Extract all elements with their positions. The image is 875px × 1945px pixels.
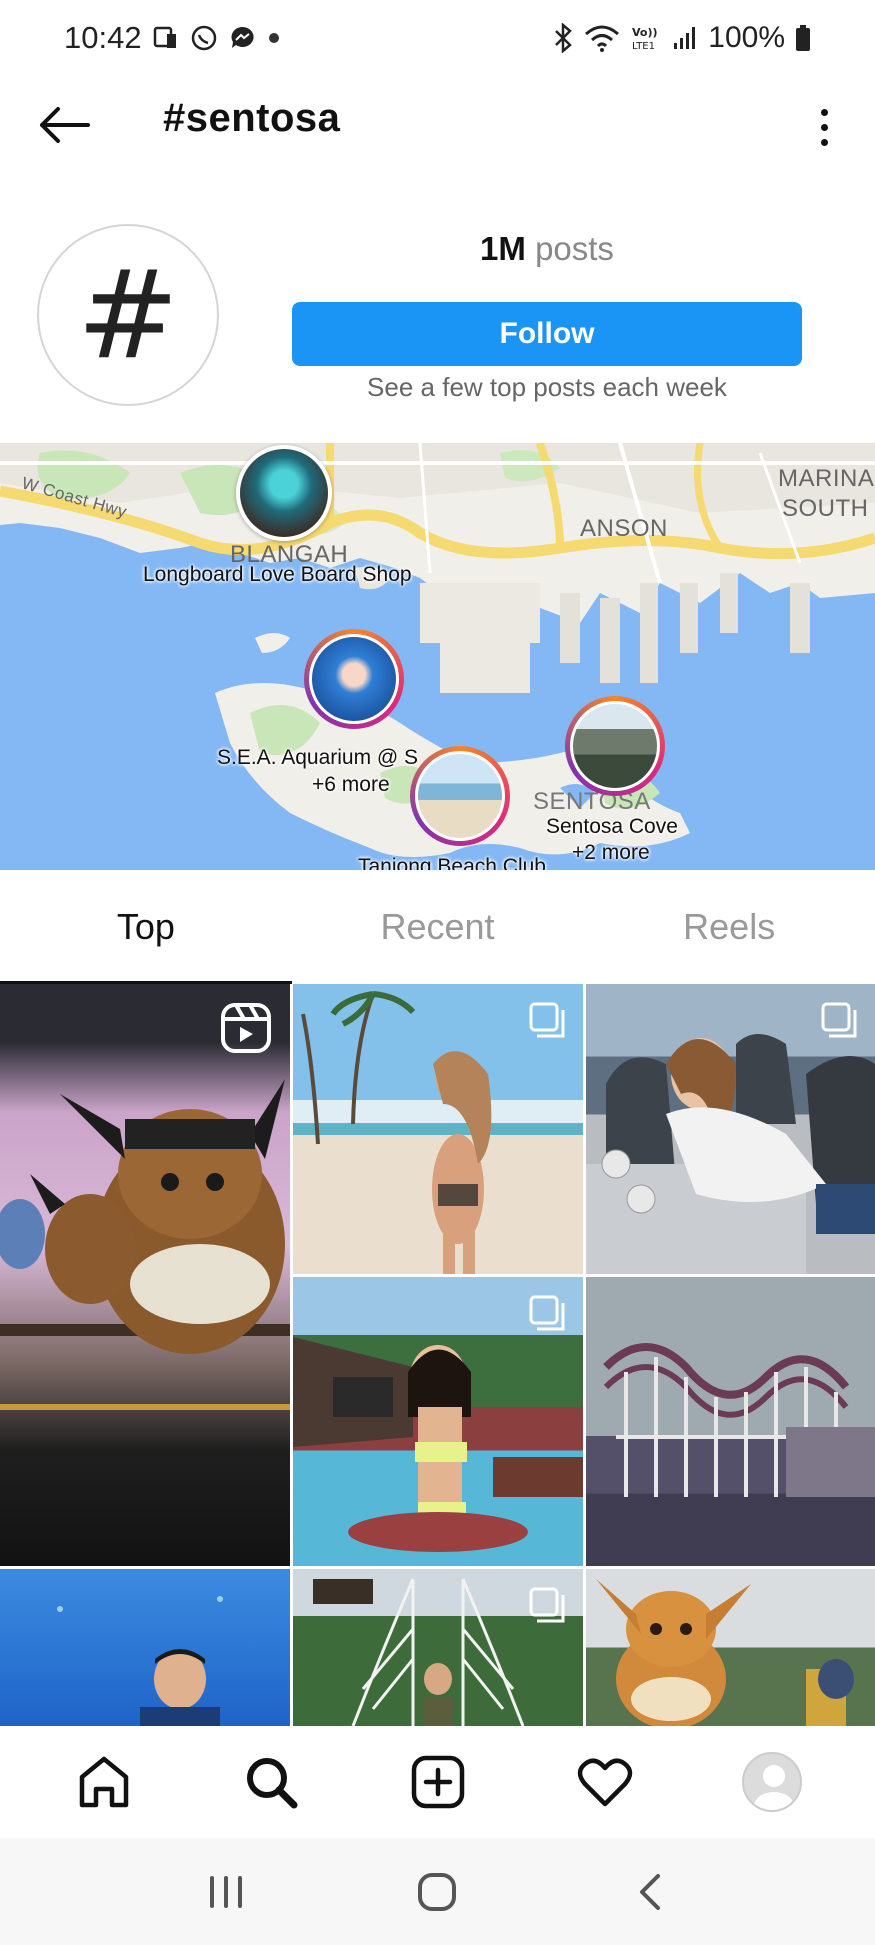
bottom-navigation (0, 1726, 875, 1838)
nav-profile-button[interactable] (732, 1742, 812, 1822)
aquarium-image (57, 1596, 223, 1726)
grid-tile-eevee-statue[interactable] (586, 1569, 875, 1726)
nav-home-button[interactable] (64, 1742, 144, 1822)
grid-tile-rollercoaster[interactable] (586, 1277, 875, 1566)
carousel-icon (529, 1587, 565, 1628)
follow-subtitle: See a few top posts each week (367, 372, 727, 402)
vertical-dots-icon (820, 108, 828, 116)
status-right: Vo)) LTE1 100% (552, 21, 811, 55)
nav-search-button[interactable] (231, 1742, 311, 1822)
eevee-statue-image (596, 1579, 854, 1726)
more-options-button[interactable] (799, 100, 849, 154)
system-navigation (0, 1838, 875, 1945)
map-pin-extra-sentosa-cove: +2 more (572, 841, 650, 864)
map-pin-tanjong-beach[interactable] (410, 746, 510, 846)
grid-tile-reel[interactable] (0, 984, 290, 1566)
map-pin-label-longboard: Longboard Love Board Shop (143, 563, 412, 586)
tab-top[interactable]: Top (0, 870, 292, 984)
grid-tile-rope-bridge[interactable] (293, 1569, 583, 1726)
home-button-icon (418, 1872, 457, 1911)
grid-tile-aquarium[interactable] (0, 1569, 290, 1726)
grid-tile-beach[interactable] (293, 984, 583, 1274)
follow-button[interactable]: Follow (292, 302, 802, 366)
map-pin-extra-sea-aquarium: +6 more (312, 773, 390, 796)
map-pin-longboard[interactable] (236, 445, 332, 541)
carousel-icon (529, 1295, 565, 1336)
battery-percent: 100% (708, 21, 785, 54)
rollercoaster-image (603, 1343, 875, 1497)
map-label-anson: ANSON (580, 515, 668, 542)
reel-icon (220, 1002, 272, 1059)
wifi-icon (584, 24, 620, 52)
back-system-button[interactable] (609, 1862, 689, 1922)
posts-count: 1M posts (292, 230, 802, 268)
profile-avatar (741, 1752, 802, 1812)
battery-icon (795, 24, 811, 52)
map-pin-label-sentosa-cove: Sentosa Cove (546, 815, 678, 838)
posts-number: 1M (480, 230, 526, 267)
nav-activity-button[interactable] (565, 1742, 645, 1822)
back-icon (640, 1873, 661, 1910)
home-system-button[interactable] (397, 1862, 477, 1922)
nav-add-post-button[interactable] (398, 1742, 478, 1822)
map-pin-label-sea-aquarium: S.E.A. Aquarium @ S (217, 746, 419, 769)
search-icon (246, 1758, 297, 1809)
map-label-south: SOUTH (782, 495, 869, 522)
location-map[interactable]: BLANGAH ANSON MARINA SOUTH W Coast Hwy S… (0, 443, 875, 870)
status-bar: 10:42 Vo)) LTE1 100% (0, 0, 875, 76)
map-pin-sea-aquarium[interactable] (304, 629, 404, 729)
recent-apps-icon (209, 1875, 242, 1908)
back-button[interactable] (34, 100, 94, 150)
bluetooth-icon (552, 23, 574, 53)
tab-recent[interactable]: Recent (292, 870, 584, 984)
map-pin-label-tanjong-beach: Tanjong Beach Club (358, 855, 546, 870)
add-post-icon (411, 1755, 464, 1809)
page-title: #sentosa (163, 96, 341, 140)
status-left: 10:42 (64, 20, 282, 56)
content-tabs: Top Recent Reels (0, 870, 875, 984)
tab-reels[interactable]: Reels (583, 870, 875, 984)
app-header: #sentosa (0, 76, 875, 176)
posts-grid (0, 984, 875, 1726)
hashtag-symbol: # (76, 244, 180, 386)
notification-icon (152, 25, 180, 51)
svg-text:Vo)): Vo)) (632, 26, 658, 39)
signal-icon (672, 25, 698, 51)
arrow-left-icon (40, 107, 90, 143)
recent-apps-button[interactable] (186, 1862, 266, 1922)
messenger-icon (228, 24, 256, 52)
posts-label: posts (535, 230, 614, 267)
volte-icon: Vo)) LTE1 (630, 24, 662, 52)
pikachu-stage-image (0, 1079, 290, 1410)
map-label-marina: MARINA (778, 465, 875, 492)
dot-icon (266, 30, 282, 46)
carousel-icon (529, 1002, 565, 1043)
grid-tile-cafe[interactable] (586, 984, 875, 1274)
carousel-icon (821, 1002, 857, 1043)
status-time: 10:42 (64, 20, 142, 55)
grid-tile-pool[interactable] (293, 1277, 583, 1566)
hashtag-avatar: # (37, 224, 219, 406)
home-icon (79, 1756, 128, 1808)
svg-text:LTE1: LTE1 (632, 41, 655, 52)
map-pin-sentosa-cove[interactable] (565, 696, 665, 796)
heart-icon (577, 1758, 632, 1807)
whatsapp-icon (190, 24, 218, 52)
